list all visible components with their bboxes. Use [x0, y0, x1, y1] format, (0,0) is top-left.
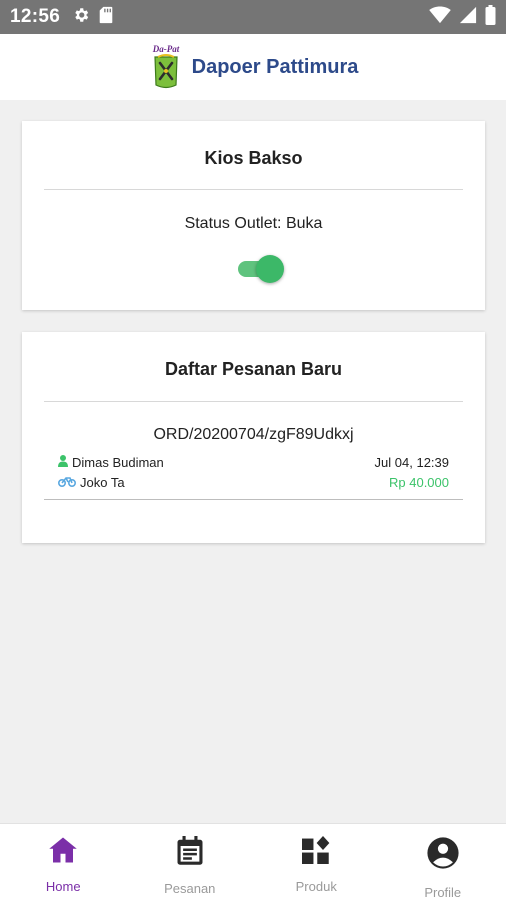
orders-card-title: Daftar Pesanan Baru — [164, 359, 343, 379]
order-row-customer: Dimas Budiman Jul 04, 12:39 — [58, 455, 449, 470]
signal-icon — [459, 6, 477, 29]
settings-icon — [72, 6, 90, 29]
driver-name: Joko Ta — [80, 475, 125, 490]
app-header: Da-Pat Dapoer Pattimura — [0, 34, 506, 100]
nav-home[interactable]: Home — [0, 824, 127, 900]
nav-label: Produk — [295, 879, 337, 894]
order-row-driver: Joko Ta Rp 40.000 — [57, 475, 449, 490]
widgets-icon — [302, 836, 330, 869]
motorcycle-icon — [57, 475, 77, 490]
outlet-card: Kios Bakso Status Outlet: Buka — [22, 121, 485, 310]
order-price: Rp 40.000 — [389, 475, 449, 490]
wifi-icon — [429, 5, 451, 29]
divider — [44, 499, 463, 500]
account-circle-icon — [426, 836, 460, 875]
orders-card: Daftar Pesanan Baru ORD/20200704/zgF89Ud… — [22, 332, 485, 543]
nav-pesanan[interactable]: Pesanan — [127, 824, 254, 900]
home-icon — [48, 836, 78, 869]
customer-name: Dimas Budiman — [72, 455, 164, 470]
nav-label: Profile — [424, 885, 462, 900]
nav-profile[interactable]: Profile — [380, 824, 506, 900]
divider — [44, 189, 463, 190]
sd-card-icon — [98, 6, 114, 29]
person-icon — [58, 455, 68, 470]
status-bar: 12:56 — [0, 0, 506, 34]
calendar-icon — [176, 836, 204, 871]
outlet-status-toggle[interactable] — [236, 254, 284, 283]
toggle-thumb — [256, 255, 284, 283]
battery-icon — [485, 4, 496, 30]
nav-label: Home — [45, 879, 81, 894]
logo: Da-Pat — [148, 43, 184, 91]
divider — [44, 401, 463, 402]
logo-text: Da-Pat — [151, 44, 179, 54]
outlet-name: Kios Bakso — [204, 148, 303, 168]
app-title: Dapoer Pattimura — [191, 55, 359, 78]
nav-label: Pesanan — [164, 881, 216, 896]
status-time: 12:56 — [10, 6, 61, 27]
order-id: ORD/20200704/zgF89Udkxj — [153, 426, 354, 443]
nav-produk[interactable]: Produk — [253, 824, 380, 900]
bottom-nav: Home Pesanan Produk Profile — [0, 823, 506, 900]
outlet-status-text: Status Outlet: Buka — [184, 215, 323, 232]
order-datetime: Jul 04, 12:39 — [374, 455, 449, 470]
